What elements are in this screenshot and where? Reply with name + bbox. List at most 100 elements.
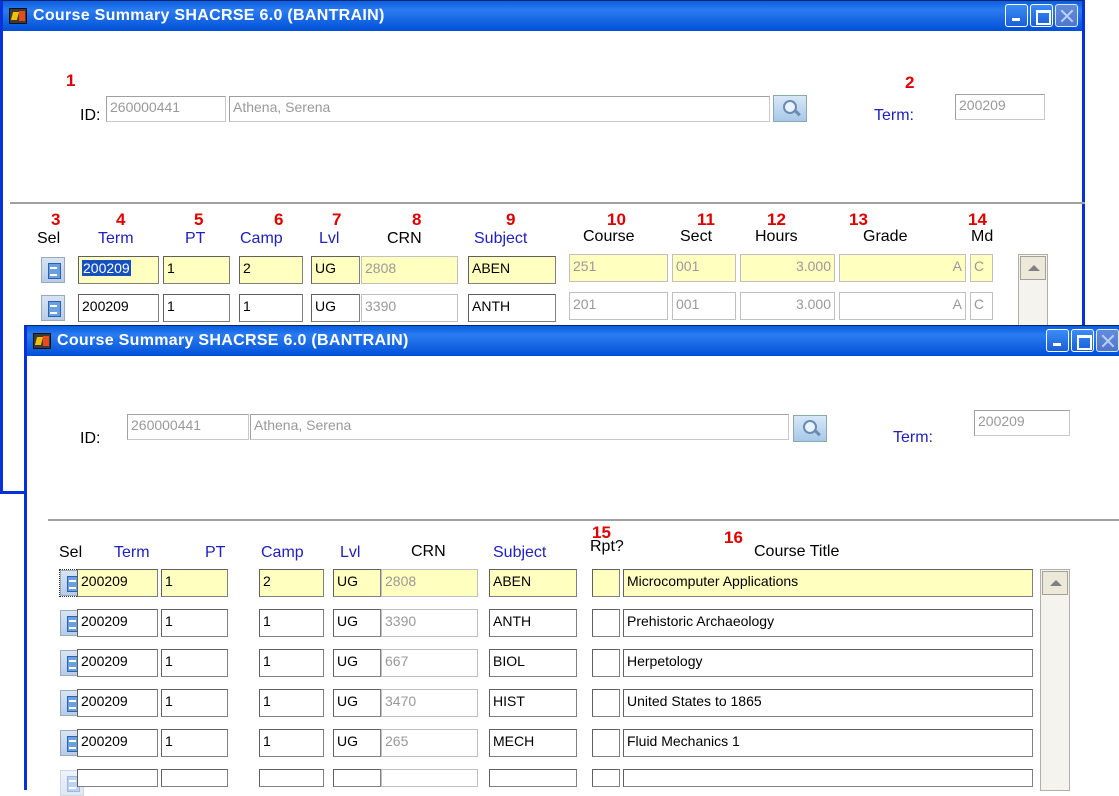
- lvl-cell[interactable]: UG: [311, 294, 360, 322]
- lvl-cell[interactable]: UG: [311, 256, 360, 284]
- title-cell[interactable]: Microcomputer Applications: [623, 569, 1033, 597]
- crn-cell[interactable]: [381, 769, 478, 787]
- lvl-cell[interactable]: UG: [333, 609, 381, 637]
- term-cell[interactable]: 200209: [77, 569, 158, 597]
- term-cell[interactable]: 200209: [78, 294, 159, 322]
- subject-cell[interactable]: MECH: [489, 729, 577, 757]
- title-cell[interactable]: United States to 1865: [623, 689, 1033, 717]
- sect-cell[interactable]: 001: [672, 254, 736, 282]
- lvl-cell[interactable]: [333, 769, 381, 787]
- camp-cell[interactable]: 1: [259, 649, 324, 677]
- hours-cell[interactable]: 3.000: [740, 292, 835, 320]
- minimize-button[interactable]: [1005, 4, 1028, 27]
- rpt-cell[interactable]: [592, 609, 620, 637]
- col-pt: PT: [185, 230, 206, 247]
- crn-cell[interactable]: 3390: [381, 609, 478, 637]
- sect-cell[interactable]: 001: [672, 292, 736, 320]
- scrollbar[interactable]: [1018, 254, 1048, 334]
- term-cell[interactable]: 200209: [78, 256, 159, 284]
- term-cell[interactable]: 200209: [77, 609, 158, 637]
- scroll-up-arrow-icon[interactable]: [1042, 571, 1068, 595]
- rpt-cell[interactable]: [592, 569, 620, 597]
- title-cell[interactable]: Herpetology: [623, 649, 1033, 677]
- term-cell[interactable]: 200209: [77, 689, 158, 717]
- title-cell[interactable]: [623, 769, 1033, 787]
- camp-cell[interactable]: 1: [259, 729, 324, 757]
- camp-cell[interactable]: 2: [239, 256, 303, 284]
- pt-cell[interactable]: [161, 769, 228, 787]
- term-cell[interactable]: 200209: [77, 649, 158, 677]
- subject-cell[interactable]: ABEN: [489, 569, 577, 597]
- close-button[interactable]: [1055, 4, 1078, 27]
- crn-cell[interactable]: 3390: [361, 294, 458, 322]
- title-cell[interactable]: Fluid Mechanics 1: [623, 729, 1033, 757]
- term-cell-text: 200209: [82, 260, 131, 276]
- md-cell[interactable]: C: [970, 292, 993, 320]
- term-label: Term:: [893, 429, 933, 446]
- course-cell[interactable]: 201: [569, 292, 668, 320]
- col-hours: Hours: [755, 228, 798, 245]
- crn-cell[interactable]: 2808: [381, 569, 478, 597]
- scroll-up-arrow-icon[interactable]: [1020, 256, 1046, 280]
- crn-cell[interactable]: 3470: [381, 689, 478, 717]
- rpt-cell[interactable]: [592, 769, 620, 787]
- subject-cell[interactable]: ANTH: [489, 609, 577, 637]
- id-field[interactable]: 260000441: [127, 414, 249, 440]
- subject-cell[interactable]: HIST: [489, 689, 577, 717]
- grade-cell[interactable]: A: [839, 254, 966, 282]
- col-md: Md: [971, 228, 994, 245]
- id-label: ID:: [80, 107, 101, 124]
- crn-cell[interactable]: 2808: [361, 256, 458, 284]
- id-field[interactable]: 260000441: [106, 96, 226, 122]
- pt-cell[interactable]: 1: [163, 294, 230, 322]
- pt-cell[interactable]: 1: [161, 569, 228, 597]
- term-field[interactable]: 200209: [974, 410, 1070, 436]
- pt-cell[interactable]: 1: [161, 609, 228, 637]
- lvl-cell[interactable]: UG: [333, 729, 381, 757]
- rpt-cell[interactable]: [592, 649, 620, 677]
- annotation-1: 1: [66, 71, 76, 90]
- maximize-button[interactable]: [1071, 329, 1094, 352]
- app-icon: [33, 333, 51, 349]
- course-cell[interactable]: 251: [569, 254, 668, 282]
- term-cell[interactable]: 200209: [77, 729, 158, 757]
- lvl-cell[interactable]: UG: [333, 649, 381, 677]
- pt-cell[interactable]: 1: [161, 689, 228, 717]
- term-cell[interactable]: [77, 769, 158, 787]
- crn-cell[interactable]: 265: [381, 729, 478, 757]
- close-button[interactable]: [1096, 329, 1119, 352]
- rpt-cell[interactable]: [592, 729, 620, 757]
- pt-cell[interactable]: 1: [161, 729, 228, 757]
- pt-cell[interactable]: 1: [163, 256, 230, 284]
- rpt-cell[interactable]: [592, 689, 620, 717]
- hours-cell[interactable]: 3.000: [740, 254, 835, 282]
- camp-cell[interactable]: [259, 769, 324, 787]
- col-subject: Subject: [474, 230, 528, 247]
- subject-cell[interactable]: ANTH: [468, 294, 556, 322]
- maximize-button[interactable]: [1030, 4, 1053, 27]
- term-field[interactable]: 200209: [955, 94, 1045, 120]
- camp-cell[interactable]: 2: [259, 569, 324, 597]
- select-record-button[interactable]: [41, 257, 65, 283]
- pt-cell[interactable]: 1: [161, 649, 228, 677]
- lvl-cell[interactable]: UG: [333, 569, 381, 597]
- name-field[interactable]: Athena, Serena: [250, 414, 789, 440]
- search-icon[interactable]: [773, 95, 807, 122]
- camp-cell[interactable]: 1: [239, 294, 303, 322]
- subject-cell[interactable]: BIOL: [489, 649, 577, 677]
- scrollbar[interactable]: [1040, 569, 1070, 791]
- name-field[interactable]: Athena, Serena: [229, 96, 770, 122]
- subject-cell[interactable]: ABEN: [468, 256, 556, 284]
- lvl-cell[interactable]: UG: [333, 689, 381, 717]
- search-icon[interactable]: [793, 415, 827, 442]
- crn-cell[interactable]: 667: [381, 649, 478, 677]
- md-cell[interactable]: C: [970, 254, 993, 282]
- subject-cell[interactable]: [489, 769, 577, 787]
- camp-cell[interactable]: 1: [259, 689, 324, 717]
- title-cell[interactable]: Prehistoric Archaeology: [623, 609, 1033, 637]
- select-record-button[interactable]: [41, 295, 65, 321]
- grade-cell[interactable]: A: [839, 292, 966, 320]
- annotation-16: 16: [724, 528, 743, 547]
- minimize-button[interactable]: [1046, 329, 1069, 352]
- camp-cell[interactable]: 1: [259, 609, 324, 637]
